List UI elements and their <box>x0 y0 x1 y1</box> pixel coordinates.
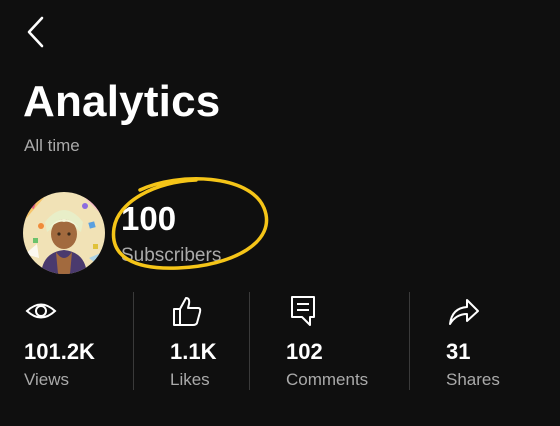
likes-label: Likes <box>170 370 210 389</box>
shares-value: 31 <box>446 339 471 364</box>
avatar[interactable] <box>23 192 105 274</box>
eye-icon <box>25 303 57 319</box>
stat-likes[interactable]: 1.1K Likes <box>170 292 260 392</box>
channel-avatar-image <box>23 192 105 274</box>
stat-comments[interactable]: 102 Comments <box>286 292 396 392</box>
divider <box>249 292 250 390</box>
stats-row: 101.2K Views 1.1K Likes 102 Comments 31 … <box>0 292 560 392</box>
back-button[interactable] <box>18 14 54 50</box>
thumbs-up-icon <box>173 297 202 326</box>
comment-icon <box>291 296 315 326</box>
comments-value: 102 <box>286 339 323 364</box>
divider <box>409 292 410 390</box>
comments-label: Comments <box>286 370 369 389</box>
views-label: Views <box>24 370 70 389</box>
chevron-left-icon <box>27 16 44 48</box>
subscriber-count: 100 <box>121 200 177 237</box>
page-title: Analytics <box>23 77 221 126</box>
views-value: 101.2K <box>24 339 95 364</box>
share-icon <box>449 299 479 325</box>
divider <box>133 292 134 390</box>
subscriber-label: Subscribers <box>121 245 222 266</box>
stat-shares[interactable]: 31 Shares <box>446 292 536 392</box>
shares-label: Shares <box>446 370 500 389</box>
stat-views[interactable]: 101.2K Views <box>24 292 124 392</box>
time-range-label: All time <box>24 136 80 155</box>
likes-value: 1.1K <box>170 339 217 364</box>
